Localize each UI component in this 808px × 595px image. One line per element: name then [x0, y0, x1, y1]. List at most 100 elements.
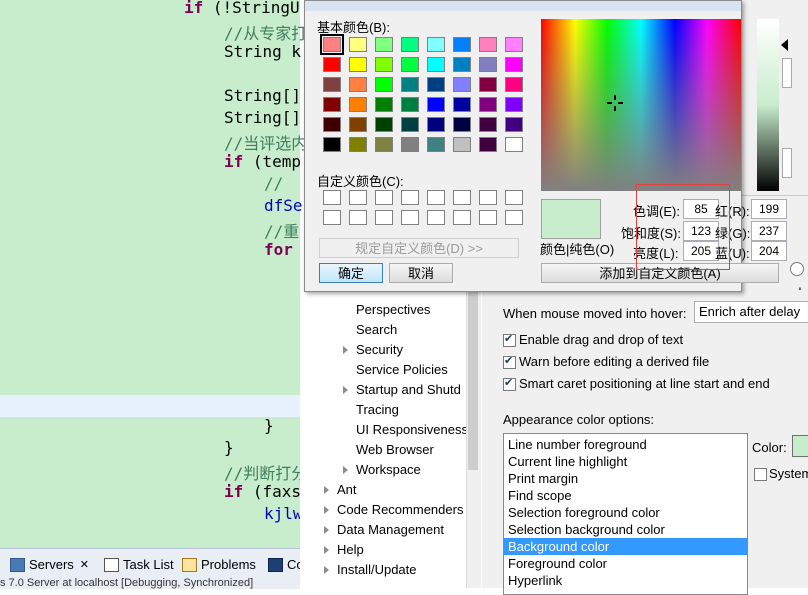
cancel-button[interactable]: 取消	[389, 263, 453, 283]
custom-color-swatch[interactable]	[375, 190, 393, 205]
basic-color-swatch[interactable]	[375, 117, 393, 132]
tree-item[interactable]: UI Responsiveness	[356, 422, 468, 437]
color-swatch-button[interactable]	[792, 435, 808, 457]
list-item[interactable]: Line number foreground	[504, 436, 747, 453]
list-item[interactable]: Hyperlink	[504, 572, 747, 589]
basic-color-swatch[interactable]	[349, 77, 367, 92]
scroll-control[interactable]	[782, 58, 792, 88]
basic-color-swatch[interactable]	[427, 137, 445, 152]
green-input[interactable]: 237	[751, 221, 787, 241]
tree-item[interactable]: Help	[337, 542, 364, 557]
list-item[interactable]: Current line highlight	[504, 453, 747, 470]
expand-arrow-icon[interactable]	[343, 346, 348, 354]
custom-color-swatch[interactable]	[505, 190, 523, 205]
custom-color-swatch[interactable]	[349, 190, 367, 205]
basic-color-swatch[interactable]	[453, 77, 471, 92]
basic-color-swatch[interactable]	[479, 57, 497, 72]
preferences-tree[interactable]: Perspectives Search Security Service Pol…	[300, 290, 468, 588]
basic-color-swatch[interactable]	[427, 77, 445, 92]
basic-color-swatch[interactable]	[479, 77, 497, 92]
basic-color-swatch[interactable]	[479, 97, 497, 112]
basic-color-swatch[interactable]	[349, 37, 367, 52]
custom-color-swatch[interactable]	[453, 210, 471, 225]
basic-color-swatch[interactable]	[401, 137, 419, 152]
list-item[interactable]: Selection foreground color	[504, 504, 747, 521]
tree-item[interactable]: Code Recommenders	[337, 502, 463, 517]
basic-color-swatch[interactable]	[505, 137, 523, 152]
basic-color-swatch[interactable]	[453, 97, 471, 112]
expand-arrow-icon[interactable]	[343, 386, 348, 394]
basic-color-swatch[interactable]	[323, 57, 341, 72]
smart-caret-checkbox[interactable]	[503, 376, 516, 391]
basic-color-swatch[interactable]	[375, 137, 393, 152]
basic-color-swatch[interactable]	[401, 77, 419, 92]
basic-color-swatch[interactable]	[427, 97, 445, 112]
basic-color-swatch[interactable]	[453, 57, 471, 72]
tree-item[interactable]: Tracing	[356, 402, 399, 417]
basic-color-swatch[interactable]	[320, 34, 344, 55]
basic-color-swatch[interactable]	[479, 137, 497, 152]
basic-color-swatch[interactable]	[505, 117, 523, 132]
basic-color-swatch[interactable]	[505, 37, 523, 52]
custom-color-swatch[interactable]	[323, 210, 341, 225]
basic-color-swatch[interactable]	[375, 37, 393, 52]
basic-color-swatch[interactable]	[401, 37, 419, 52]
expand-arrow-icon[interactable]	[324, 546, 329, 554]
list-item[interactable]: Selection background color	[504, 521, 747, 538]
tree-item[interactable]: Data Management	[337, 522, 444, 537]
expand-arrow-icon[interactable]	[343, 466, 348, 474]
list-item-selected[interactable]: Background color	[504, 538, 747, 555]
appearance-color-list[interactable]: Line number foreground Current line high…	[503, 433, 748, 595]
basic-color-swatch[interactable]	[453, 37, 471, 52]
tree-item[interactable]: Ant	[337, 482, 357, 497]
hover-select[interactable]: Enrich after delay	[694, 301, 808, 323]
basic-color-swatch[interactable]	[349, 137, 367, 152]
basic-color-swatch[interactable]	[479, 117, 497, 132]
system-default-checkbox[interactable]	[754, 468, 767, 481]
basic-color-swatch[interactable]	[323, 137, 341, 152]
code-editor[interactable]: if (!StringU //从专家打 String k String[] St…	[0, 0, 312, 548]
enable-drag-drop-checkbox[interactable]	[503, 332, 516, 347]
tab-task-list[interactable]: Task List	[104, 557, 174, 572]
basic-color-swatch[interactable]	[401, 97, 419, 112]
blue-input[interactable]: 204	[751, 241, 787, 261]
basic-color-swatch[interactable]	[375, 77, 393, 92]
tree-item[interactable]: Search	[356, 322, 397, 337]
scroll-control[interactable]	[782, 148, 792, 178]
custom-color-swatch[interactable]	[505, 210, 523, 225]
custom-color-swatch[interactable]	[453, 190, 471, 205]
custom-color-swatch[interactable]	[479, 190, 497, 205]
basic-color-swatch[interactable]	[453, 137, 471, 152]
basic-color-swatch[interactable]	[427, 57, 445, 72]
tab-problems[interactable]: Problems	[182, 557, 256, 572]
expand-arrow-icon[interactable]	[324, 566, 329, 574]
basic-color-swatch[interactable]	[427, 37, 445, 52]
custom-color-swatch[interactable]	[401, 210, 419, 225]
basic-color-swatch[interactable]	[401, 117, 419, 132]
expand-arrow-icon[interactable]	[324, 506, 329, 514]
basic-color-swatch[interactable]	[349, 57, 367, 72]
tree-scrollbar-thumb[interactable]	[468, 290, 478, 470]
tree-item[interactable]: Web Browser	[356, 442, 434, 457]
tree-item[interactable]: Workspace	[356, 462, 421, 477]
tree-item[interactable]: Install/Update	[337, 562, 417, 577]
tree-item[interactable]: Startup and Shutd	[356, 382, 461, 397]
basic-color-swatch[interactable]	[349, 97, 367, 112]
basic-color-swatch[interactable]	[349, 117, 367, 132]
basic-color-swatch[interactable]	[401, 57, 419, 72]
tab-console[interactable]: Co	[268, 557, 304, 572]
custom-color-swatch[interactable]	[401, 190, 419, 205]
basic-color-swatch[interactable]	[375, 97, 393, 112]
custom-color-swatch[interactable]	[349, 210, 367, 225]
expand-arrow-icon[interactable]	[324, 486, 329, 494]
radio-button[interactable]	[790, 262, 804, 276]
close-icon[interactable]: ✕	[80, 558, 89, 571]
basic-color-swatch[interactable]	[323, 77, 341, 92]
custom-color-swatch[interactable]	[375, 210, 393, 225]
tree-item[interactable]: Security	[356, 342, 403, 357]
list-item[interactable]: Foreground color	[504, 555, 747, 572]
basic-color-swatch[interactable]	[323, 117, 341, 132]
custom-color-swatch[interactable]	[323, 190, 341, 205]
expand-arrow-icon[interactable]	[324, 526, 329, 534]
basic-color-swatch[interactable]	[453, 117, 471, 132]
